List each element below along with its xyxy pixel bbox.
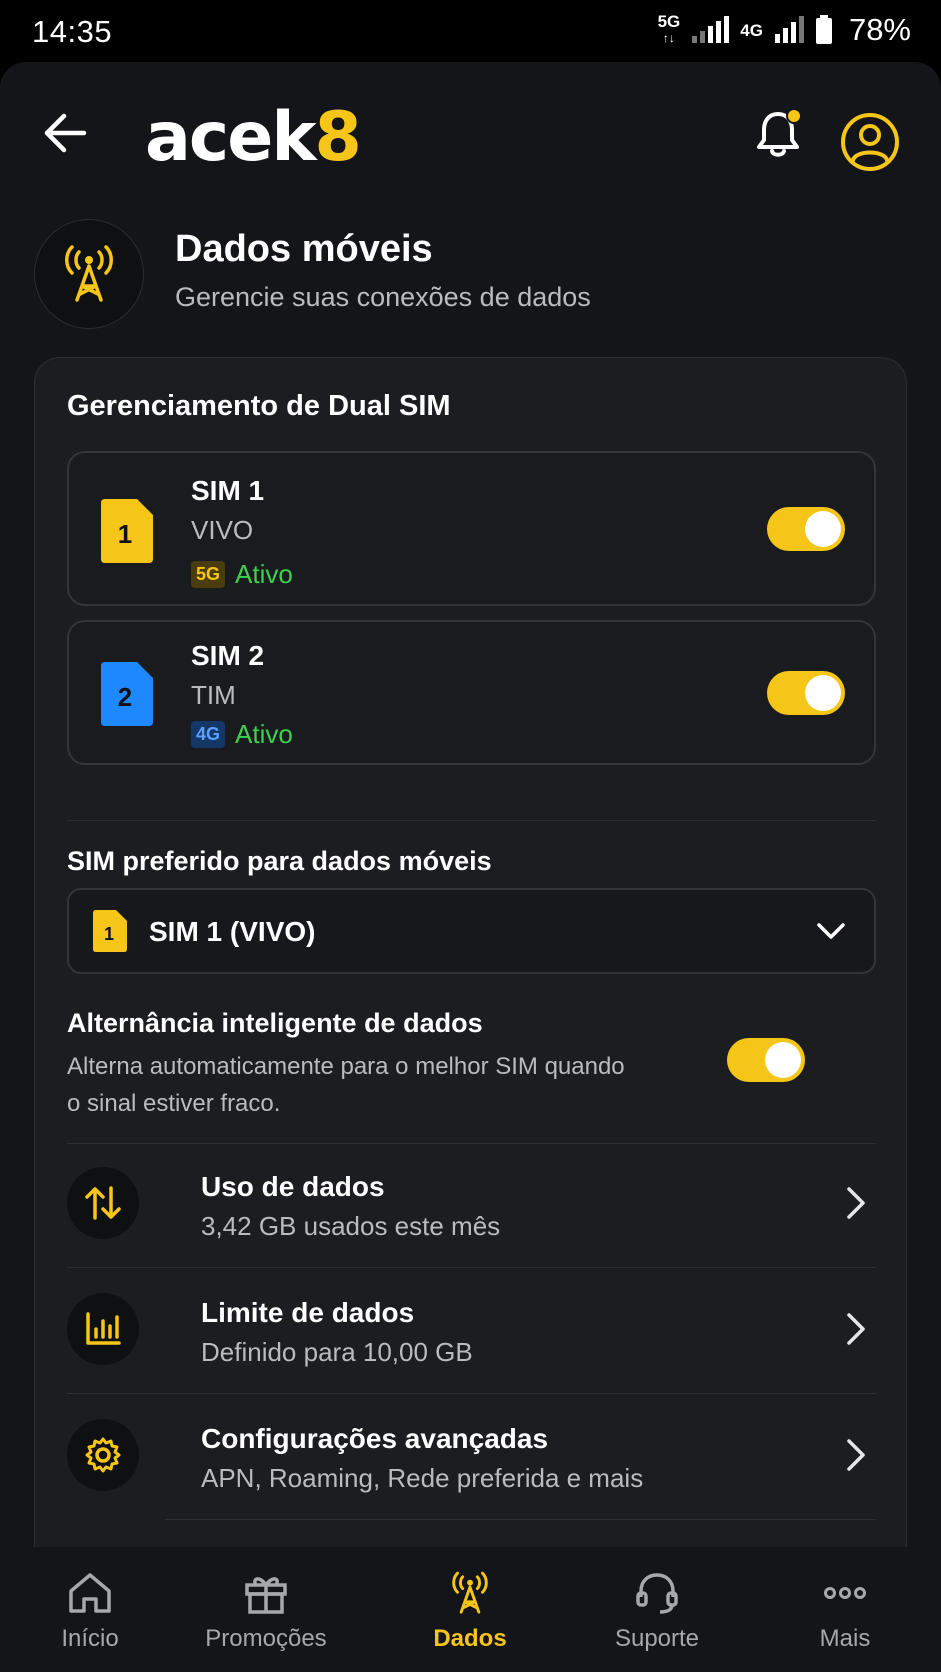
top-bar: acek8 [0, 62, 941, 222]
nav-label: Dados [433, 1625, 507, 1652]
nav-label: Mais [819, 1625, 871, 1652]
signal-icon [774, 16, 804, 43]
sim-2-carrier: TIM [191, 680, 236, 710]
antenna-icon [452, 1571, 488, 1614]
chevron-right-icon [847, 1439, 865, 1471]
section-title: Gerenciamento de Dual SIM [67, 390, 451, 422]
sim-chip-icon: 1 [93, 910, 127, 952]
row-title: Configurações avançadas [201, 1423, 549, 1454]
arrow-left-icon [44, 113, 87, 153]
data-limit-row[interactable]: Limite de dados Definido para 10,00 GB [67, 1271, 876, 1389]
network-badge: 5G [191, 561, 226, 588]
nav-item-mais[interactable]: Mais [755, 1571, 935, 1661]
preferred-sim-label: SIM preferido para dados móveis [67, 846, 492, 876]
app-screen: acek8 Dados móveis Gerencie suas conexõe… [0, 62, 941, 1672]
row-icon-wrap [67, 1293, 139, 1365]
sim-1-chip-icon: 1 [101, 499, 153, 563]
home-icon [69, 1573, 111, 1613]
preferred-sim-select[interactable]: 1 SIM 1 (VIVO) [67, 888, 876, 974]
row-icon-wrap [67, 1419, 139, 1491]
row-icon-wrap [67, 1167, 139, 1239]
status-time: 14:35 [32, 14, 113, 49]
network-badge: 4G [191, 721, 226, 748]
profile-button[interactable] [840, 112, 900, 172]
toggle-knob [765, 1042, 801, 1078]
notifications-button[interactable] [752, 108, 804, 160]
svg-text:2: 2 [118, 682, 132, 712]
notification-dot [786, 108, 802, 124]
nav-item-suporte[interactable]: Suporte [567, 1571, 747, 1661]
row-subtitle: APN, Roaming, Rede preferida e mais [201, 1463, 644, 1493]
advanced-settings-row[interactable]: Configurações avançadas APN, Roaming, Re… [67, 1397, 876, 1515]
sim-1-name: SIM 1 [191, 475, 265, 506]
antenna-icon [65, 245, 113, 302]
chevron-down-icon [817, 923, 845, 939]
divider [165, 1519, 876, 1520]
toggle-knob [805, 511, 841, 547]
gift-icon [245, 1577, 287, 1614]
divider [67, 1393, 876, 1394]
svg-text:1: 1 [118, 519, 132, 549]
data-transfer-icon [85, 1186, 121, 1220]
nav-item-dados[interactable]: Dados [380, 1571, 560, 1661]
row-subtitle: 3,42 GB usados este mês [201, 1211, 501, 1241]
page-title: Dados móveis [175, 228, 433, 270]
preferred-sim-value: SIM 1 (VIVO) [149, 916, 316, 947]
row-subtitle: Definido para 10,00 GB [201, 1337, 473, 1367]
bottom-nav: Início Promoções Dados Suporte Mais [0, 1547, 941, 1672]
row-title: Limite de dados [201, 1297, 415, 1328]
data-usage-row[interactable]: Uso de dados 3,42 GB usados este mês [67, 1145, 876, 1263]
status-bar: 14:35 5G ↑↓ 4G 78% [0, 0, 941, 62]
back-button[interactable] [40, 108, 100, 158]
bar-chart-icon [86, 1312, 121, 1345]
more-icon [824, 1587, 866, 1599]
row-title: Uso de dados [201, 1171, 385, 1202]
nav-label: Suporte [614, 1625, 700, 1652]
nav-label: Promoções [205, 1625, 327, 1652]
signal-icon [692, 16, 730, 43]
nav-item-promocoes[interactable]: Promoções [176, 1571, 356, 1661]
divider [67, 1143, 876, 1144]
status-icons: 5G ↑↓ 4G 78% [658, 12, 911, 48]
battery-icon [815, 15, 832, 44]
chevron-right-icon [847, 1187, 865, 1219]
smart-switch-toggle[interactable] [727, 1038, 805, 1082]
sim-2-name: SIM 2 [191, 640, 265, 671]
sim-1-status: Ativo [235, 559, 293, 589]
divider [67, 820, 876, 821]
sim-1-toggle[interactable] [767, 507, 845, 551]
nav-label: Início [61, 1625, 119, 1652]
divider [67, 1267, 876, 1268]
page-subtitle: Gerencie suas conexões de dados [175, 282, 591, 312]
page-icon [34, 219, 144, 329]
app-logo: acek8 [145, 98, 362, 177]
gear-icon [85, 1437, 121, 1473]
svg-text:1: 1 [104, 924, 114, 944]
sim-card-1[interactable]: 1 SIM 1 VIVO 5G Ativo [67, 451, 876, 606]
dual-sim-card: Gerenciamento de Dual SIM 1 SIM 1 VIVO 5… [34, 357, 907, 1657]
chevron-right-icon [847, 1313, 865, 1345]
network-type-2: 4G [740, 20, 763, 40]
nav-item-inicio[interactable]: Início [0, 1571, 180, 1661]
network-type-1: 5G ↑↓ [657, 12, 681, 45]
smart-switch-title: Alternância inteligente de dados [67, 1008, 483, 1038]
toggle-knob [805, 675, 841, 711]
user-icon [841, 113, 899, 171]
sim-2-chip-icon: 2 [101, 662, 153, 726]
smart-switch-description: Alterna automaticamente para o melhor SI… [67, 1053, 625, 1117]
sim-2-toggle[interactable] [767, 671, 845, 715]
sim-1-network: 5G Ativo [191, 559, 293, 590]
battery-level: 78% [848, 12, 911, 47]
sim-2-status: Ativo [235, 719, 293, 749]
headset-icon [636, 1573, 678, 1614]
sim-2-network: 4G Ativo [191, 719, 293, 750]
sim-card-2[interactable]: 2 SIM 2 TIM 4G Ativo [67, 620, 876, 765]
sim-1-carrier: VIVO [191, 515, 254, 545]
